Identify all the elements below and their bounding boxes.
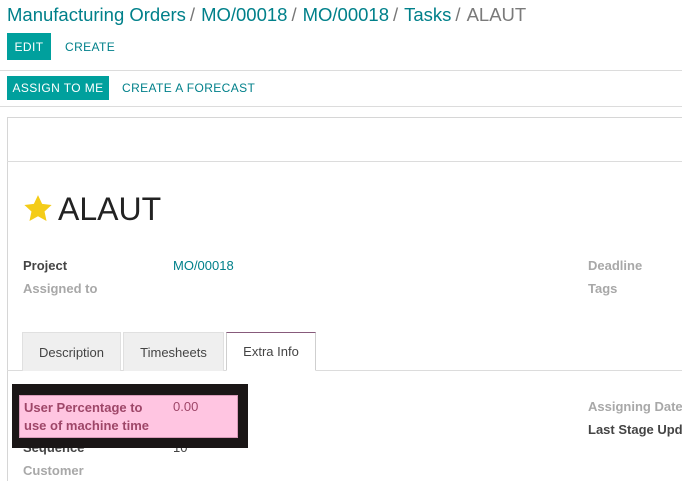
breadcrumb-current: ALAUT: [466, 4, 527, 25]
breadcrumb-separator: /: [455, 4, 461, 25]
user-percentage-label: User Percentage to use of machine time: [24, 400, 149, 433]
control-panel-divider: [0, 70, 682, 71]
user-percentage-value[interactable]: 0.00: [173, 399, 198, 414]
edit-button[interactable]: EDIT: [7, 33, 51, 60]
tab-extra-info[interactable]: Extra Info: [226, 332, 316, 371]
breadcrumb-manufacturing-orders[interactable]: Manufacturing Orders: [7, 4, 186, 25]
tab-timesheets[interactable]: Timesheets: [123, 332, 224, 371]
record-title: ALAUT: [58, 191, 162, 227]
breadcrumb-separator: /: [189, 4, 196, 25]
star-icon[interactable]: [22, 193, 54, 225]
project-value[interactable]: MO/00018: [173, 258, 234, 273]
deadline-label: Deadline: [588, 258, 643, 273]
assigned-to-label: Assigned to: [23, 281, 98, 296]
project-label: Project: [23, 258, 68, 273]
breadcrumb-tasks[interactable]: Tasks: [404, 4, 451, 25]
assign-to-me-button[interactable]: ASSIGN TO ME: [7, 76, 109, 100]
tab-description[interactable]: Description: [22, 332, 121, 371]
assigning-date-label: Assigning Date: [588, 399, 682, 414]
breadcrumb-separator: /: [291, 4, 297, 25]
breadcrumb-mo-1[interactable]: MO/00018: [201, 4, 287, 25]
statusbar-divider: [0, 106, 682, 107]
create-button[interactable]: CREATE: [65, 33, 115, 60]
customer-label: Customer: [23, 463, 84, 478]
create-forecast-button[interactable]: CREATE A FORECAST: [122, 76, 255, 100]
breadcrumb-mo-2[interactable]: MO/00018: [303, 4, 389, 25]
sheet-header-divider: [7, 161, 682, 162]
breadcrumb-separator: /: [392, 4, 399, 25]
tags-label: Tags: [588, 281, 618, 296]
last-stage-update-label: Last Stage Upda: [588, 422, 682, 437]
breadcrumb: Manufacturing Orders / MO/00018/MO/00018/T…: [7, 4, 526, 28]
